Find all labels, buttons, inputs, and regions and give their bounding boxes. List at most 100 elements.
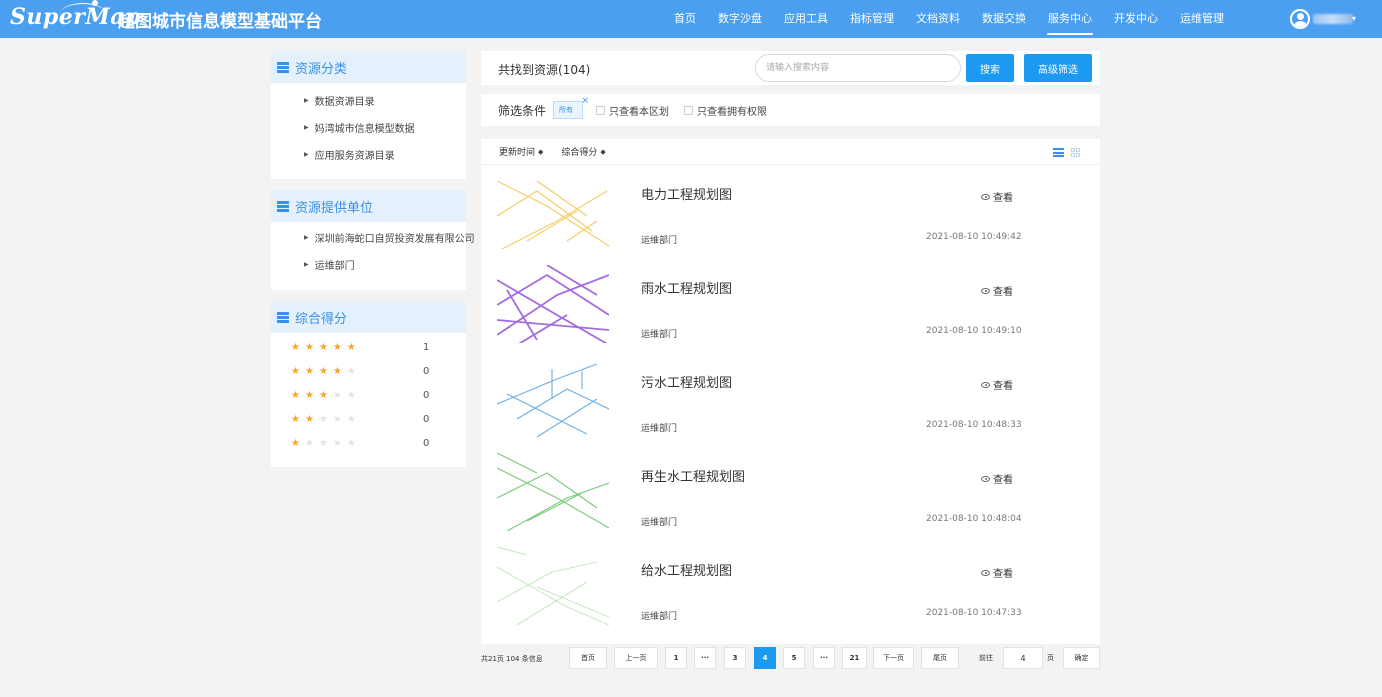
star-filled-icon: ★	[291, 341, 305, 353]
checkbox-box[interactable]	[596, 105, 606, 115]
sort-arrows-icon: ◆	[538, 147, 544, 156]
category-item-mawan-cim[interactable]: ▶ 妈湾城市信息模型数据	[271, 114, 466, 141]
star-rating: ★★★★★	[291, 414, 361, 425]
star-filled-icon: ★	[332, 341, 347, 353]
category-item-app-service[interactable]: ▶ 应用服务资源目录	[271, 141, 466, 168]
score-filter-row[interactable]: ★★★★★ 1	[271, 335, 466, 359]
page-ellipsis-next[interactable]: ···	[813, 647, 835, 669]
caret-right-icon: ▶	[304, 97, 309, 104]
page-21-button[interactable]: 21	[842, 647, 867, 669]
only-this-district-checkbox[interactable]: 只查看本区划	[596, 103, 669, 118]
page-5-button[interactable]: 5	[783, 647, 805, 669]
page-4-button[interactable]: 4	[754, 647, 776, 669]
star-empty-icon: ★	[332, 437, 347, 449]
sort-by-score[interactable]: 综合得分 ◆	[561, 145, 606, 159]
result-item[interactable]: 雨水工程规划图 查看 运维部门 2021-08-10 10:49:10	[481, 260, 1100, 354]
score-count: 0	[423, 389, 430, 401]
advanced-filter-button[interactable]: 高级筛选	[1024, 54, 1092, 82]
goto-label: 前往	[979, 654, 993, 662]
category-item-data-catalog[interactable]: ▶ 数据资源目录	[271, 87, 466, 114]
result-name[interactable]: 污水工程规划图	[641, 372, 732, 391]
score-filter-row[interactable]: ★★★★★ 0	[271, 383, 466, 407]
user-menu-caret-icon[interactable]: ▾	[1352, 14, 1356, 23]
result-item[interactable]: 给水工程规划图 查看 运维部门 2021-08-10 10:47:33	[481, 542, 1100, 636]
list-icon	[277, 311, 289, 323]
nav-indicator-management[interactable]: 指标管理	[839, 0, 905, 38]
search-bar: 共找到资源(104) 搜索 高级筛选	[481, 51, 1100, 85]
nav-data-exchange[interactable]: 数据交换	[971, 0, 1037, 38]
map-thumbnail[interactable]	[496, 452, 610, 532]
nav-ops-management[interactable]: 运维管理	[1169, 0, 1235, 38]
map-thumbnail[interactable]	[496, 359, 610, 438]
username-blurred[interactable]	[1313, 14, 1353, 24]
view-button[interactable]: 查看	[981, 377, 1013, 392]
view-button[interactable]: 查看	[981, 471, 1013, 486]
result-name[interactable]: 给水工程规划图	[641, 560, 732, 579]
checkbox-box[interactable]	[684, 105, 694, 115]
result-name[interactable]: 雨水工程规划图	[641, 278, 732, 297]
score-filter-row[interactable]: ★★★★★ 0	[271, 407, 466, 431]
confirm-goto-button[interactable]: 确定	[1063, 647, 1100, 669]
nav-dev-center[interactable]: 开发中心	[1103, 0, 1169, 38]
score-panel-title: 综合得分	[295, 311, 348, 327]
result-thumbnail[interactable]	[496, 452, 610, 532]
map-thumbnail[interactable]	[496, 171, 610, 250]
page-ellipsis-prev[interactable]: ···	[694, 647, 716, 669]
star-rating: ★★★★★	[291, 366, 361, 377]
view-button[interactable]: 查看	[981, 283, 1013, 298]
filter-tag-all[interactable]: 所有 ×	[553, 96, 589, 119]
nav-home[interactable]: 首页	[663, 0, 707, 38]
provider-item-ops-dept[interactable]: ▶ 运维部门	[271, 251, 466, 278]
result-thumbnail[interactable]	[496, 546, 610, 626]
map-thumbnail[interactable]	[496, 546, 610, 626]
prev-page-button[interactable]: 上一页	[614, 647, 658, 669]
eye-icon	[981, 193, 990, 200]
result-item[interactable]: 再生水工程规划图 查看 运维部门 2021-08-10 10:48:04	[481, 448, 1100, 542]
grid-view-icon[interactable]	[1071, 148, 1080, 157]
search-button[interactable]: 搜索	[966, 54, 1014, 82]
view-button[interactable]: 查看	[981, 189, 1013, 204]
list-view-icon[interactable]	[1053, 148, 1064, 157]
caret-right-icon: ▶	[304, 151, 309, 158]
search-input[interactable]	[755, 54, 961, 82]
nav-documents[interactable]: 文档资料	[905, 0, 971, 38]
page-3-button[interactable]: 3	[724, 647, 746, 669]
goto-page-input[interactable]	[1003, 647, 1043, 669]
sort-arrows-icon: ◆	[600, 147, 606, 156]
filter-label: 筛选条件	[498, 103, 547, 118]
first-page-button[interactable]: 首页	[569, 647, 607, 669]
star-empty-icon: ★	[346, 437, 361, 449]
provider-item-shekou[interactable]: ▶ 深圳前海蛇口自贸投资发展有限公司	[271, 224, 475, 251]
result-name[interactable]: 再生水工程规划图	[641, 466, 745, 485]
result-time: 2021-08-10 10:49:10	[926, 326, 1022, 336]
star-rating: ★★★★★	[291, 342, 361, 353]
result-thumbnail[interactable]	[496, 171, 610, 250]
score-filter-row[interactable]: ★★★★★ 0	[271, 431, 466, 455]
result-item[interactable]: 电力工程规划图 查看 运维部门 2021-08-10 10:49:42	[481, 166, 1100, 260]
star-empty-icon: ★	[346, 413, 361, 425]
user-avatar-icon[interactable]	[1290, 9, 1310, 29]
close-icon[interactable]: ×	[581, 96, 589, 106]
result-thumbnail[interactable]	[496, 264, 610, 346]
next-page-button[interactable]: 下一页	[873, 647, 914, 669]
page-1-button[interactable]: 1	[665, 647, 687, 669]
score-count: 0	[423, 413, 430, 425]
map-thumbnail[interactable]	[496, 264, 610, 346]
result-name[interactable]: 电力工程规划图	[641, 184, 732, 203]
nav-service-center[interactable]: 服务中心	[1037, 0, 1103, 38]
caret-right-icon: ▶	[304, 124, 309, 131]
result-item[interactable]: 污水工程规划图 查看 运维部门 2021-08-10 10:48:33	[481, 354, 1100, 448]
result-thumbnail[interactable]	[496, 359, 610, 438]
star-filled-icon: ★	[291, 365, 305, 377]
only-permitted-checkbox[interactable]: 只查看拥有权限	[684, 103, 767, 118]
nav-app-tools[interactable]: 应用工具	[773, 0, 839, 38]
star-filled-icon: ★	[291, 437, 305, 449]
top-header: SuperMap 超图城市信息模型基础平台 首页 数字沙盘 应用工具 指标管理 …	[0, 0, 1382, 38]
view-button[interactable]: 查看	[981, 565, 1013, 580]
nav-digital-sandbox[interactable]: 数字沙盘	[707, 0, 773, 38]
result-dept: 运维部门	[641, 424, 678, 434]
score-filter-row[interactable]: ★★★★★ 0	[271, 359, 466, 383]
last-page-button[interactable]: 尾页	[921, 647, 959, 669]
sort-by-update-time[interactable]: 更新时间 ◆	[499, 145, 544, 159]
provider-panel-title: 资源提供单位	[295, 200, 374, 216]
